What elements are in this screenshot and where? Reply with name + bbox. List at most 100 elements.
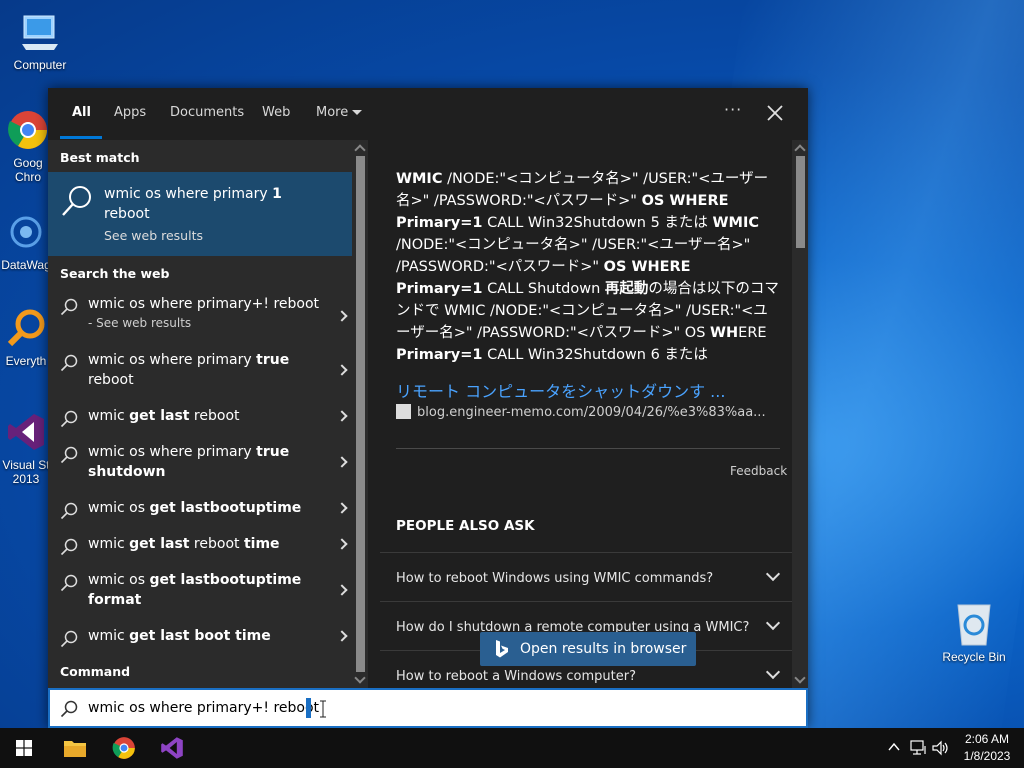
search-icon [60, 700, 78, 718]
chevron-right-icon [336, 310, 348, 322]
taskbar: 2:06 AM 1/8/2023 [0, 728, 1024, 768]
tab-all[interactable]: All [72, 105, 91, 120]
scrollbar-thumb[interactable] [356, 156, 365, 672]
search-icon [60, 298, 78, 316]
clock-time: 2:06 AM [964, 732, 1010, 746]
search-web-header: Search the web [60, 266, 170, 281]
snippet-part: CALL Win32Shutdown 5 または [482, 215, 713, 231]
suggestion-item[interactable]: wmic get last reboot time [48, 534, 352, 558]
tab-more[interactable]: More [316, 105, 363, 120]
recycle-bin-icon [952, 602, 996, 646]
bing-icon [496, 640, 508, 658]
suggestion-item[interactable]: wmic get last boot time [48, 626, 352, 650]
text-cursor [306, 698, 311, 718]
desktop-icon-label: Computer [13, 58, 67, 72]
taskbar-file-explorer[interactable] [51, 728, 99, 768]
visual-studio-icon [161, 737, 183, 759]
everything-icon [4, 306, 48, 350]
tab-apps[interactable]: Apps [114, 105, 146, 120]
suggestion-item[interactable]: wmic get last reboot [48, 406, 352, 430]
desktop-icon-visual-studio[interactable]: Visual St 2013 [0, 410, 52, 486]
suggestion-text: wmic os where primary true reboot [88, 352, 290, 388]
search-box[interactable] [48, 688, 808, 728]
suggestion-text: wmic get last reboot time [88, 536, 280, 552]
paa-question-text: How to reboot Windows using WMIC command… [396, 571, 714, 586]
people-also-ask-header: PEOPLE ALSO ASK [396, 518, 535, 534]
search-input[interactable] [88, 698, 328, 718]
open-results-label: Open results in browser [520, 641, 687, 657]
clock-date: 1/8/2023 [963, 749, 1011, 763]
tab-documents[interactable]: Documents [170, 105, 244, 120]
desktop-icon-everything[interactable]: Everyth [0, 306, 52, 368]
search-icon [60, 502, 78, 520]
suggestion-item[interactable]: wmic os get lastbootuptime [48, 498, 352, 522]
network-icon[interactable] [910, 740, 928, 756]
desktop-icon-datawag[interactable]: DataWag [0, 210, 52, 272]
results-scrollbar[interactable] [352, 140, 368, 688]
scrollbar-thumb[interactable] [796, 156, 805, 248]
desktop-icon-label: Everyth [5, 354, 47, 368]
best-match-subtitle: See web results [104, 228, 203, 243]
active-tab-indicator [60, 136, 102, 139]
open-results-in-browser-button[interactable]: Open results in browser [480, 632, 696, 666]
search-panel: All Apps Documents Web More ··· Best mat… [48, 88, 808, 728]
chevron-down-icon [352, 110, 363, 115]
paa-question[interactable]: How to reboot Windows using WMIC command… [380, 552, 792, 600]
tab-web[interactable]: Web [262, 105, 290, 120]
chevron-right-icon [336, 456, 348, 468]
suggestion-text: wmic get last reboot [88, 408, 240, 424]
result-title-link[interactable]: リモート コンピュータをシャットダウンす ... [396, 378, 780, 402]
snippet-part: CALL Shutdown [482, 281, 605, 297]
taskbar-visual-studio[interactable] [148, 728, 196, 768]
suggestion-item[interactable]: wmic os where primary true reboot [48, 350, 352, 394]
show-hidden-icons-chevron-icon[interactable] [888, 740, 900, 754]
search-icon [60, 446, 78, 464]
desktop-icon-recycle-bin[interactable]: Recycle Bin [936, 602, 1012, 664]
best-match-title: wmic os where primary 1 reboot [104, 186, 282, 222]
start-button[interactable] [0, 728, 48, 768]
search-icon [60, 410, 78, 428]
windows-logo-icon [16, 740, 32, 756]
suggestion-text: wmic os get lastbootuptime [88, 500, 302, 516]
snippet-part: WH [710, 325, 739, 341]
computer-icon [18, 10, 62, 54]
scroll-up-icon[interactable] [354, 144, 366, 156]
feedback-link[interactable]: Feedback [730, 464, 787, 478]
volume-icon[interactable] [932, 740, 950, 756]
close-button[interactable] [764, 102, 786, 124]
search-icon [60, 630, 78, 648]
desktop-icon-label: Visual St 2013 [2, 458, 50, 486]
paa-question-text: How to reboot a Windows computer? [396, 669, 636, 684]
suggestion-text: wmic get last boot time [88, 628, 271, 644]
search-icon [60, 354, 78, 372]
chrome-icon [112, 737, 135, 759]
visual-studio-icon [4, 410, 48, 454]
scroll-up-icon[interactable] [794, 144, 806, 156]
more-options-button[interactable]: ··· [724, 100, 742, 119]
scroll-down-icon[interactable] [354, 672, 366, 684]
divider [396, 448, 780, 449]
desktop-icon-computer[interactable]: Computer [2, 10, 78, 72]
preview-pane: WMIC /NODE:"<コンピュータ名>" /USER:"<ユーザー名>" /… [380, 140, 792, 688]
suggestion-item[interactable]: wmic os where primary true shutdown [48, 442, 352, 486]
best-match-header: Best match [60, 150, 140, 165]
search-icon [60, 538, 78, 556]
folder-icon [64, 741, 86, 757]
suggestion-text: wmic os get lastbootuptime format [88, 572, 302, 608]
chevron-right-icon [336, 630, 348, 642]
tab-more-label: More [316, 105, 349, 120]
chevron-down-icon [765, 615, 781, 631]
taskbar-chrome[interactable] [100, 728, 148, 768]
best-match-item[interactable]: wmic os where primary 1 reboot See web re… [48, 172, 352, 256]
snippet-part: CALL Win32Shutdown 6 または [482, 347, 708, 363]
chevron-right-icon [336, 538, 348, 550]
suggestion-item[interactable]: wmic os where primary+! reboot - See web … [48, 294, 352, 340]
preview-scrollbar[interactable] [792, 140, 808, 688]
snippet-part: WMIC [396, 171, 443, 187]
suggestion-item[interactable]: wmic os get lastbootuptime format [48, 570, 352, 614]
chevron-down-icon [765, 566, 781, 582]
scroll-down-icon[interactable] [794, 672, 806, 684]
system-clock[interactable]: 2:06 AM 1/8/2023 [956, 731, 1018, 765]
datawag-icon [4, 210, 48, 254]
snippet-part: 再起動 [604, 281, 649, 297]
